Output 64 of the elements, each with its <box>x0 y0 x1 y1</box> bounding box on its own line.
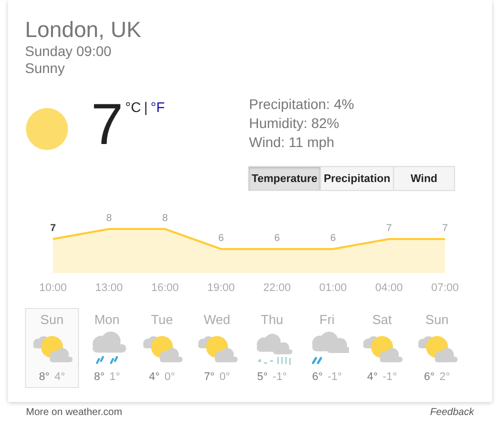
day-forecast[interactable]: Sat 4° -1° <box>355 308 409 388</box>
weather-detail: Humidity: 82% <box>249 114 340 133</box>
axis-label: 16:00 <box>150 282 180 294</box>
unit-toggle[interactable]: °C <box>125 99 141 115</box>
unit-separator: | <box>144 99 148 115</box>
day-forecast[interactable]: Thu 5° -1° <box>245 308 299 388</box>
high-temperature: 8° <box>38 371 50 383</box>
day-forecast[interactable]: Sun 8° 4° <box>25 308 79 388</box>
day-name: Sun <box>425 312 449 327</box>
location-title: London, UK <box>25 17 142 43</box>
day-name: Mon <box>94 312 120 327</box>
more-link[interactable]: More on weather.com <box>26 407 122 418</box>
data-label: 8 <box>162 213 168 224</box>
weather-detail: Precipitation: 4% <box>249 95 356 114</box>
day-forecast[interactable]: Tue 4° 0° <box>135 308 189 388</box>
chart-tab[interactable]: Precipitation <box>320 166 394 191</box>
high-temperature: 7° <box>204 371 214 383</box>
axis-label: 22:00 <box>262 282 292 294</box>
chart-tab[interactable]: Wind <box>393 166 455 191</box>
data-label: 7 <box>386 223 392 234</box>
day-forecast[interactable]: Wed 7° 0° <box>190 308 244 388</box>
high-temperature: 6° <box>424 371 434 383</box>
high-temperature: 5° <box>257 371 268 383</box>
day-forecast[interactable]: Sun 6° 2° <box>410 308 464 388</box>
low-temperature: 0° <box>164 371 176 383</box>
low-temperature: 4° <box>54 371 66 383</box>
condition: Sunny <box>25 60 66 77</box>
axis-label: 04:00 <box>374 282 404 294</box>
day-forecast[interactable]: Mon 8° 1° <box>80 308 134 388</box>
day-name: Wed <box>204 312 230 327</box>
data-label: 8 <box>106 213 112 224</box>
day-name: Thu <box>260 312 284 327</box>
axis-label: 13:00 <box>94 282 124 294</box>
data-label: 6 <box>218 233 224 244</box>
axis-label: 07:00 <box>430 282 460 294</box>
data-label: 7 <box>442 223 448 234</box>
axis-label: 01:00 <box>318 282 348 294</box>
current-temperature: 7 <box>91 95 124 155</box>
data-label: 6 <box>274 233 280 244</box>
chart-tab[interactable]: Temperature <box>248 166 321 191</box>
weather-detail: Wind: 11 mph <box>249 133 336 152</box>
day-name: Sun <box>40 312 64 327</box>
low-temperature: 0° <box>220 371 230 383</box>
day-name: Sat <box>372 312 392 327</box>
high-temperature: 4° <box>367 371 378 383</box>
data-label: 7 <box>50 223 56 234</box>
data-label: 6 <box>330 233 336 244</box>
day-name: Fri <box>319 312 335 327</box>
low-temperature: 1° <box>110 371 120 383</box>
high-temperature: 6° <box>312 371 323 383</box>
low-temperature: -1° <box>382 371 397 383</box>
low-temperature: -1° <box>272 371 287 383</box>
date-time: Sunday 09:00 <box>25 43 112 60</box>
axis-label: 19:00 <box>206 282 236 294</box>
low-temperature: 2° <box>440 371 450 383</box>
day-forecast[interactable]: Fri 6° -1° <box>300 308 354 388</box>
unit-toggle[interactable]: °F <box>150 99 165 115</box>
low-temperature: -1° <box>328 371 342 383</box>
high-temperature: 8° <box>94 371 104 383</box>
feedback-link[interactable]: Feedback <box>430 407 474 418</box>
axis-label: 10:00 <box>38 282 68 294</box>
day-name: Tue <box>151 312 173 327</box>
high-temperature: 4° <box>148 371 160 383</box>
sun-icon <box>25 107 69 151</box>
